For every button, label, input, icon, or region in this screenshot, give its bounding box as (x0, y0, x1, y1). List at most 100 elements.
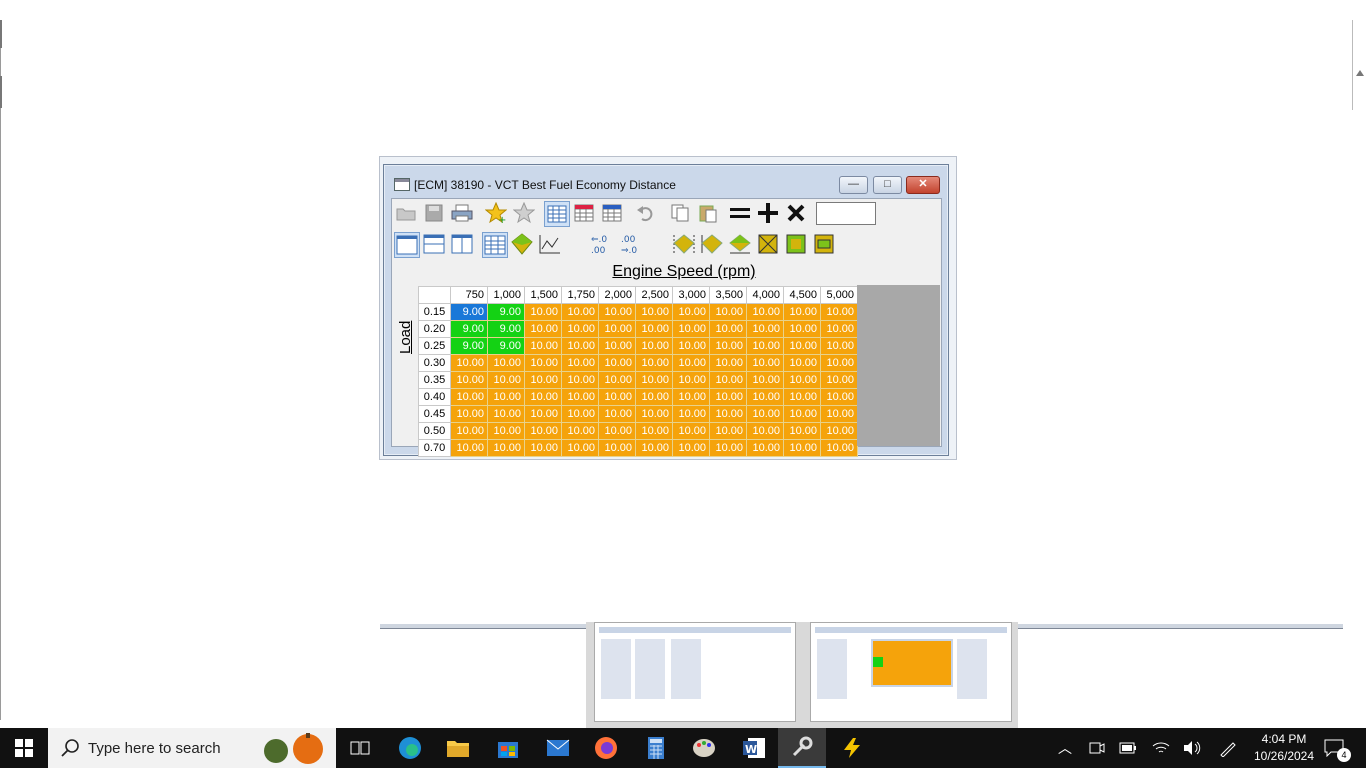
tuning-tool-app[interactable] (778, 728, 826, 768)
table-grid-icon[interactable] (482, 232, 508, 258)
table-cell[interactable]: 10.00 (820, 405, 858, 423)
table-cell[interactable]: 10.00 (598, 320, 636, 338)
remove-favorite-star-icon[interactable] (512, 201, 536, 225)
start-button[interactable] (0, 728, 48, 768)
table-cell[interactable]: 10.00 (450, 422, 488, 440)
table-cell[interactable]: 10.00 (709, 439, 747, 457)
table-cell[interactable]: 10.00 (598, 354, 636, 372)
window-thumbnail-1[interactable] (594, 622, 796, 722)
taskbar-search-box[interactable]: Type here to search (48, 728, 336, 768)
row-header[interactable]: 0.35 (418, 371, 451, 389)
row-header[interactable]: 0.30 (418, 354, 451, 372)
table-cell[interactable]: 10.00 (635, 320, 673, 338)
equals-icon[interactable] (728, 201, 752, 225)
table-cell[interactable]: 10.00 (487, 388, 525, 406)
table-cell[interactable]: 10.00 (561, 354, 599, 372)
open-folder-icon[interactable] (394, 201, 418, 225)
table-cell[interactable]: 10.00 (746, 388, 784, 406)
compare-table-icon[interactable] (572, 201, 596, 225)
table-cell[interactable]: 10.00 (709, 337, 747, 355)
table-cell[interactable]: 10.00 (709, 405, 747, 423)
table-cell[interactable]: 10.00 (709, 320, 747, 338)
table-cell[interactable]: 10.00 (746, 439, 784, 457)
mail-app[interactable] (534, 728, 582, 768)
row-header[interactable]: 0.40 (418, 388, 451, 406)
table-cell[interactable]: 10.00 (561, 303, 599, 321)
column-header[interactable]: 5,000 (820, 286, 858, 304)
column-header[interactable]: 1,500 (524, 286, 562, 304)
table-cell[interactable]: 10.00 (783, 371, 821, 389)
file-explorer-app[interactable] (434, 728, 482, 768)
row-header[interactable]: 0.15 (418, 303, 451, 321)
save-icon[interactable] (422, 201, 446, 225)
table-cell[interactable]: 10.00 (598, 371, 636, 389)
table-cell[interactable]: 10.00 (487, 371, 525, 389)
table-cell[interactable]: 10.00 (524, 388, 562, 406)
task-view-button[interactable] (336, 728, 384, 768)
row-header[interactable]: 0.50 (418, 422, 451, 440)
table-cell[interactable]: 10.00 (783, 303, 821, 321)
table-cell[interactable]: 9.00 (450, 303, 488, 321)
table-cell[interactable]: 10.00 (820, 354, 858, 372)
table-cell[interactable]: 10.00 (783, 422, 821, 440)
title-bar[interactable]: [ECM] 38190 - VCT Best Fuel Economy Dist… (384, 165, 948, 199)
table-cell[interactable]: 10.00 (561, 337, 599, 355)
table-cell[interactable]: 10.00 (635, 303, 673, 321)
table-cell[interactable]: 10.00 (672, 371, 710, 389)
table-cell[interactable]: 10.00 (783, 405, 821, 423)
column-header[interactable]: 750 (450, 286, 488, 304)
table-cell[interactable]: 10.00 (746, 405, 784, 423)
wifi-icon[interactable] (1151, 738, 1171, 758)
table-cell[interactable]: 10.00 (487, 405, 525, 423)
3d-surface-icon[interactable] (510, 232, 534, 256)
column-header[interactable]: 2,500 (635, 286, 673, 304)
table-cell[interactable]: 10.00 (635, 371, 673, 389)
add-favorite-star-icon[interactable]: + (484, 201, 508, 225)
table-cell[interactable]: 9.00 (487, 303, 525, 321)
table-cell[interactable]: 10.00 (561, 388, 599, 406)
split-horizontal-icon[interactable] (422, 232, 446, 256)
table-cell[interactable]: 10.00 (746, 354, 784, 372)
table-cell[interactable]: 10.00 (635, 439, 673, 457)
table-cell[interactable]: 10.00 (746, 303, 784, 321)
table-cell[interactable]: 10.00 (487, 422, 525, 440)
column-header[interactable]: 2,000 (598, 286, 636, 304)
table-cell[interactable]: 10.00 (672, 422, 710, 440)
document-scrollbar[interactable] (1352, 20, 1366, 110)
table-cell[interactable]: 10.00 (524, 303, 562, 321)
table-cell[interactable]: 10.00 (672, 320, 710, 338)
table-cell[interactable]: 10.00 (450, 371, 488, 389)
table-cell[interactable]: 10.00 (487, 354, 525, 372)
table-cell[interactable]: 10.00 (820, 303, 858, 321)
store-app[interactable] (484, 728, 532, 768)
row-header[interactable]: 0.45 (418, 405, 451, 423)
meet-now-icon[interactable] (1087, 738, 1107, 758)
fill-border-icon[interactable] (812, 232, 836, 256)
undo-icon[interactable] (634, 201, 658, 225)
table-cell[interactable]: 10.00 (450, 388, 488, 406)
copy-icon[interactable] (668, 201, 692, 225)
table-cell[interactable]: 10.00 (672, 439, 710, 457)
table-cell[interactable]: 10.00 (709, 388, 747, 406)
table-cell[interactable]: 10.00 (524, 354, 562, 372)
table-cell[interactable]: 10.00 (524, 439, 562, 457)
volume-icon[interactable] (1182, 738, 1202, 758)
pen-icon[interactable] (1218, 738, 1238, 758)
close-button[interactable]: ✕ (906, 176, 940, 194)
table-cell[interactable]: 9.00 (487, 337, 525, 355)
window-thumbnail-2[interactable] (810, 622, 1012, 722)
table-cell[interactable]: 10.00 (598, 388, 636, 406)
table-cell[interactable]: 10.00 (524, 422, 562, 440)
table-cell[interactable]: 10.00 (598, 337, 636, 355)
table-cell[interactable]: 10.00 (709, 354, 747, 372)
table-cell[interactable]: 10.00 (561, 405, 599, 423)
table-cell[interactable]: 10.00 (450, 439, 488, 457)
table-cell[interactable]: 10.00 (672, 303, 710, 321)
paste-icon[interactable] (696, 201, 720, 225)
minimize-button[interactable]: — (839, 176, 868, 194)
column-header[interactable]: 4,000 (746, 286, 784, 304)
table-cell[interactable]: 10.00 (746, 320, 784, 338)
calculator-app[interactable] (632, 728, 680, 768)
table-cell[interactable]: 10.00 (783, 354, 821, 372)
table-cell[interactable]: 10.00 (598, 303, 636, 321)
